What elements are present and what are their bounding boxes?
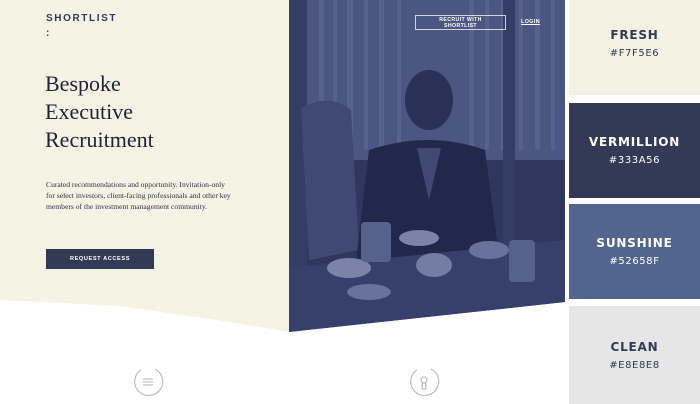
swatch-name: SUNSHINE xyxy=(596,236,673,250)
swatch-vermillion: VERMILLION #333A56 xyxy=(569,103,700,198)
headline-line: Recruitment xyxy=(45,127,154,152)
hero-left-panel: SHORTLIST : Bespoke Executive Recruitmen… xyxy=(0,0,290,404)
logo-mark: : xyxy=(46,28,50,39)
recruit-with-shortlist-button[interactable]: RECRUIT WITH SHORTLIST xyxy=(415,15,506,30)
swatch-clean: CLEAN #E8E8E8 xyxy=(569,306,700,404)
logo[interactable]: SHORTLIST xyxy=(46,13,117,24)
login-link[interactable]: LOGIN xyxy=(521,19,540,25)
hero-photo xyxy=(289,0,565,332)
color-palette: FRESH #F7F5E6 VERMILLION #333A56 SUNSHIN… xyxy=(566,0,700,404)
headline-line: Bespoke xyxy=(45,71,121,96)
swatch-name: VERMILLION xyxy=(588,135,681,149)
lock-icon[interactable] xyxy=(407,365,441,399)
headline-line: Executive xyxy=(45,99,133,124)
swatch-hex: #333A56 xyxy=(608,155,661,166)
hero-intro-text: Curated recommendations and opportunity.… xyxy=(46,180,231,212)
swatch-fresh: FRESH #F7F5E6 xyxy=(569,0,700,95)
hero-photo-panel: RECRUIT WITH SHORTLIST LOGIN xyxy=(289,0,565,404)
menu-icon[interactable] xyxy=(131,365,165,399)
swatch-sunshine: SUNSHINE #52658F xyxy=(569,204,700,299)
swatch-hex: #F7F5E6 xyxy=(609,48,660,59)
request-access-button[interactable]: REQUEST ACCESS xyxy=(46,249,154,269)
swatch-hex: #E8E8E8 xyxy=(609,359,660,371)
swatch-hex: #52658F xyxy=(609,256,660,267)
swatch-name: FRESH xyxy=(610,28,659,42)
hero-headline: Bespoke Executive Recruitment xyxy=(45,70,245,154)
swatch-name: CLEAN xyxy=(610,339,659,354)
